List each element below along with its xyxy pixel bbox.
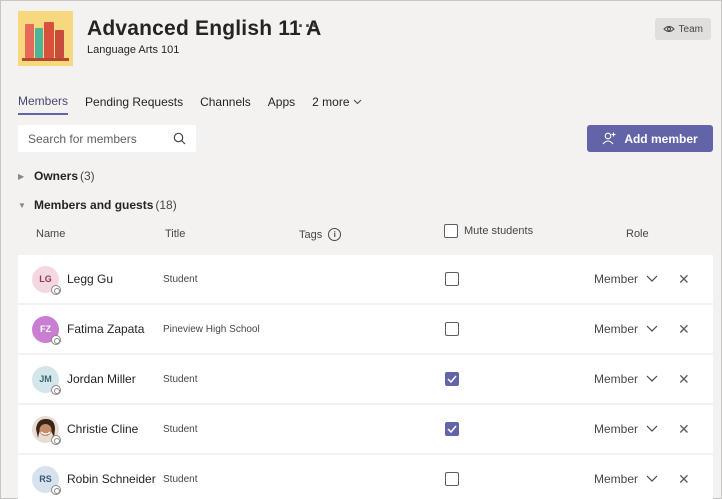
column-mute: Mute students — [444, 224, 533, 238]
status-unknown-icon — [51, 484, 61, 495]
tab-channels[interactable]: Channels — [200, 94, 251, 115]
column-tags-label: Tags — [299, 228, 323, 241]
chevron-down-icon — [646, 325, 658, 332]
owners-count: (3) — [80, 169, 95, 183]
member-title: Pineview High School — [163, 323, 260, 335]
chevron-down-icon — [646, 375, 658, 382]
role-dropdown[interactable]: Member — [594, 472, 658, 486]
chevron-down-icon — [646, 425, 658, 432]
avatar: JM — [32, 365, 61, 395]
role-dropdown[interactable]: Member — [594, 372, 658, 386]
role-dropdown[interactable]: Member — [594, 322, 658, 336]
caret-right-icon: ▶ — [18, 171, 25, 181]
mute-checkbox[interactable] — [445, 322, 459, 336]
add-person-icon — [602, 132, 616, 145]
member-row: JM Jordan Miller Student Member ✕ — [18, 355, 713, 403]
avatar: RS — [32, 465, 61, 495]
caret-down-icon: ▼ — [18, 200, 26, 210]
remove-member-icon[interactable]: ✕ — [678, 421, 690, 438]
mute-checkbox[interactable] — [445, 272, 459, 286]
team-logo — [18, 11, 73, 66]
tab-pending-requests[interactable]: Pending Requests — [85, 94, 183, 115]
remove-member-icon[interactable]: ✕ — [678, 471, 690, 488]
tab-members[interactable]: Members — [18, 94, 69, 115]
member-name: Christie Cline — [67, 422, 139, 436]
tab-more-label: 2 more — [312, 95, 350, 109]
checkmark-icon — [447, 375, 457, 383]
more-options-icon[interactable]: ··· — [298, 16, 319, 37]
role-label: Member — [594, 422, 639, 436]
owners-label: Owners — [34, 169, 79, 183]
column-title: Title — [165, 228, 186, 240]
search-input[interactable] — [28, 131, 168, 146]
avatar-initials: JM — [39, 374, 52, 384]
member-name: Jordan Miller — [67, 372, 136, 386]
role-label: Member — [594, 472, 639, 486]
chevron-down-icon — [646, 475, 658, 482]
mute-checkbox[interactable] — [445, 472, 459, 486]
chevron-down-icon — [646, 275, 658, 282]
add-member-label: Add member — [624, 131, 698, 146]
member-row: Christie Cline Student Member ✕ — [18, 405, 713, 453]
members-section-toggle[interactable]: ▼ Members and guests (18) — [18, 198, 177, 212]
avatar-initials: LG — [39, 274, 52, 284]
member-title: Student — [163, 273, 198, 285]
team-subtitle: Language Arts 101 — [87, 44, 180, 56]
team-badge: Team — [654, 18, 711, 40]
avatar: LG — [32, 265, 61, 295]
member-title: Student — [163, 473, 198, 485]
member-row: RS Robin Schneider Student Member ✕ — [18, 455, 713, 499]
column-mute-label: Mute students — [464, 225, 534, 237]
role-label: Member — [594, 322, 639, 336]
member-row: LG Legg Gu Student Member ✕ — [18, 255, 713, 303]
status-unknown-icon — [51, 384, 61, 395]
member-name: Fatima Zapata — [67, 322, 145, 336]
members-label: Members and guests — [34, 198, 154, 212]
search-box — [18, 125, 196, 152]
search-icon[interactable] — [173, 132, 186, 145]
role-dropdown[interactable]: Member — [594, 422, 658, 436]
avatar-initials: RS — [39, 474, 52, 484]
add-member-button[interactable]: Add member — [587, 125, 713, 152]
status-unknown-icon — [51, 334, 61, 345]
remove-member-icon[interactable]: ✕ — [678, 371, 690, 388]
status-unknown-icon — [51, 434, 61, 445]
mute-checkbox[interactable] — [445, 422, 459, 436]
member-row: FZ Fatima Zapata Pineview High School Me… — [18, 305, 713, 353]
members-list: LG Legg Gu Student Member ✕ FZ Fatima Za… — [18, 255, 713, 499]
member-title: Student — [163, 373, 198, 385]
team-name: Advanced English 11 A — [87, 17, 322, 40]
column-tags: Tags i — [299, 228, 342, 241]
owners-section-toggle[interactable]: ▶ Owners (3) — [18, 169, 95, 183]
team-badge-label: Team — [678, 23, 703, 35]
member-name: Robin Schneider — [67, 472, 156, 486]
tab-apps[interactable]: Apps — [268, 94, 295, 115]
avatar-initials: FZ — [40, 324, 51, 334]
mute-all-checkbox[interactable] — [444, 224, 458, 238]
column-role: Role — [626, 228, 649, 240]
members-count: (18) — [155, 198, 177, 212]
chevron-down-icon — [353, 99, 361, 105]
role-dropdown[interactable]: Member — [594, 272, 658, 286]
role-label: Member — [594, 372, 639, 386]
avatar-photo — [32, 415, 61, 445]
role-label: Member — [594, 272, 639, 286]
status-unknown-icon — [51, 284, 61, 295]
remove-member-icon[interactable]: ✕ — [678, 321, 690, 338]
checkmark-icon — [447, 425, 457, 433]
tab-bar: Members Pending Requests Channels Apps 2… — [18, 94, 379, 115]
eye-icon — [662, 26, 675, 32]
column-name: Name — [36, 228, 66, 240]
info-icon[interactable]: i — [328, 228, 342, 241]
member-name: Legg Gu — [67, 272, 114, 286]
member-title: Student — [163, 423, 198, 435]
remove-member-icon[interactable]: ✕ — [678, 271, 690, 288]
mute-checkbox[interactable] — [445, 372, 459, 386]
tab-more[interactable]: 2 more — [312, 94, 361, 115]
avatar: FZ — [32, 315, 61, 345]
